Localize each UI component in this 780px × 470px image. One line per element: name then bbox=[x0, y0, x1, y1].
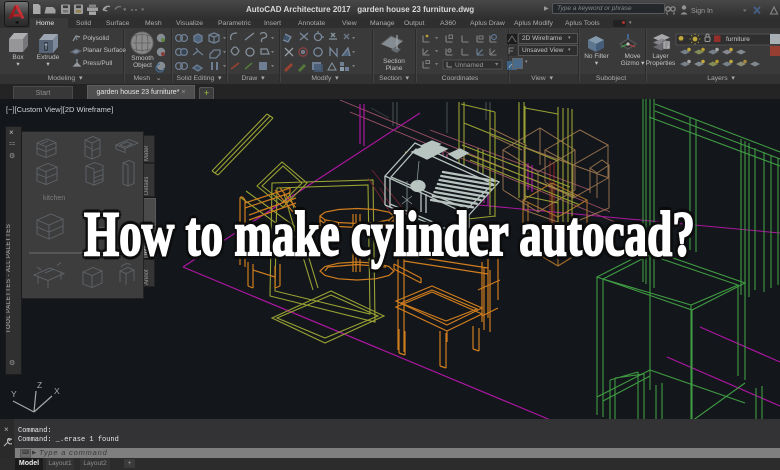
svg-text:Y: Y bbox=[11, 389, 17, 399]
svg-text:X: X bbox=[54, 386, 60, 396]
svg-text:Sign In: Sign In bbox=[691, 8, 713, 15]
svg-text:Z: Z bbox=[37, 380, 42, 390]
svg-text:Unnamed: Unnamed bbox=[455, 62, 484, 69]
